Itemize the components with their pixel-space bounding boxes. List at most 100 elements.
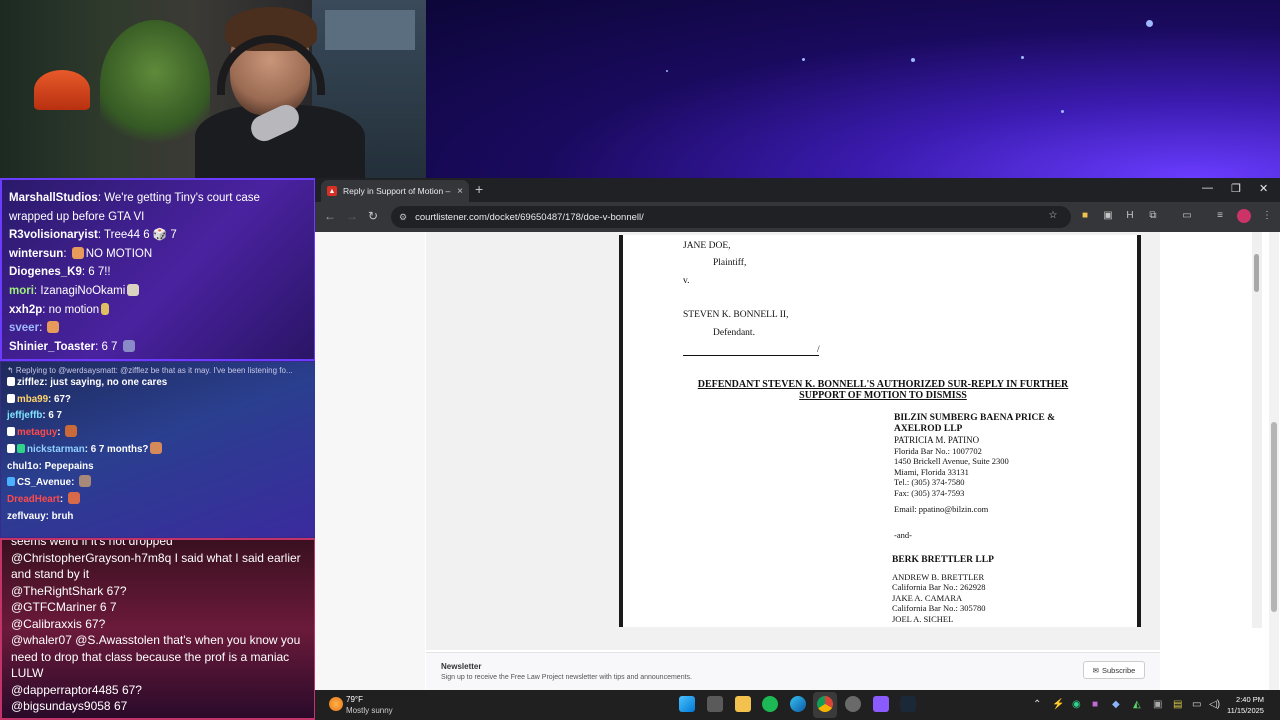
app-icon[interactable] [873,696,889,712]
chat-username[interactable]: @Calibraxxis [11,617,82,631]
browser-tab[interactable]: ▲ Reply in Support of Motion – # × [321,180,469,202]
maximize-button[interactable]: ❐ [1231,182,1241,195]
badge-icon [7,477,15,487]
chat-message: @ChristopherGrayson-h7m8q I said what I … [2,550,314,583]
page-scrollbar[interactable] [1269,232,1279,690]
emote-icon [65,425,78,438]
bookmark-star-icon[interactable]: ☆ [1047,210,1059,222]
task-view-icon[interactable] [707,696,723,712]
chrome-icon[interactable] [817,696,833,712]
browser-window: ▲ Reply in Support of Motion – # × + — ❐… [315,178,1280,690]
weather-temperature[interactable]: 79°F [346,695,363,704]
chat-username[interactable]: zeflvauy [7,511,46,522]
cast-icon[interactable]: ▭ [1181,210,1193,222]
chat-text: 6 7 months? [90,443,149,455]
tab-title: Reply in Support of Motion – # [343,186,452,196]
tray-steam-icon[interactable]: ◆ [1112,699,1120,710]
tray-app-icon[interactable]: ▤ [1173,699,1182,710]
chat-username[interactable]: mori [9,285,34,297]
chat-message: chul1o: Pepepains [7,460,94,472]
chat-panel-bottom: seems weird if it's not dropped @Christo… [0,538,316,720]
tray-app-icon[interactable]: ◭ [1133,699,1141,710]
chat-username[interactable]: R3volisionaryist [9,229,98,241]
weather-sun-icon[interactable] [329,697,343,711]
taskbar-clock[interactable]: 2:40 PM 11/15/2025 [1227,694,1264,716]
tray-overflow-icon[interactable]: ⌃ [1033,699,1041,710]
chat-username[interactable]: Diogenes_K9 [9,266,82,278]
pdf-scrollbar[interactable] [1252,232,1262,628]
newsletter-banner: Newsletter Sign up to receive the Free L… [426,652,1160,690]
chat-username[interactable]: zifflez [17,377,44,388]
chat-username[interactable]: @GTFCMariner [11,600,97,614]
weather-condition[interactable]: Mostly sunny [346,706,393,715]
tray-app-icon[interactable]: ◉ [1072,699,1081,710]
document-title: DEFENDANT STEVEN K. BONNELL'S AUTHORIZED… [697,379,1069,401]
back-arrow-icon[interactable]: ← [324,209,336,223]
chat-text: Pepepains [44,460,94,472]
chat-message: @bigsundays9058 67 [2,698,314,715]
defendant-label: Defendant. [713,328,755,338]
chat-username[interactable]: mba99 [17,394,48,405]
tab-strip: ▲ Reply in Support of Motion – # × + — ❐… [315,178,1280,202]
spotify-icon[interactable] [762,696,778,712]
chat-username[interactable]: DreadHeart [7,494,60,505]
chat-username[interactable]: nickstarman [27,444,85,455]
site-info-icon[interactable]: ⚙ [399,212,407,223]
extensions-puzzle-icon[interactable]: ⧉ [1147,210,1159,222]
forward-arrow-icon[interactable]: → [346,209,358,223]
pdf-viewer[interactable]: JANE DOE, Plaintiff, v. STEVEN K. BONNEL… [426,232,1262,650]
chat-username[interactable]: xxh2p [9,304,42,316]
chat-message: R3volisionaryist: Tree44 6 🎲 7 [9,229,177,242]
chat-username[interactable]: chul1o [7,461,39,472]
chat-message: metaguy: [1,425,315,442]
chat-username[interactable]: Shinier_Toaster [9,341,95,353]
tray-app-icon[interactable]: ■ [1092,699,1098,710]
menu-kebab-icon[interactable]: ⋮ [1261,210,1273,222]
chat-username[interactable]: jeffjeffb [7,410,42,421]
subscribe-button[interactable]: ✉ Subscribe [1083,661,1145,679]
chat-username[interactable]: MarshallStudios [9,192,98,204]
chat-username[interactable]: metaguy [17,427,57,438]
chat-username[interactable]: wintersun [9,248,63,260]
reload-icon[interactable]: ↻ [368,209,378,223]
chat-username[interactable]: @TheRightShark [11,584,103,598]
wallpaper-star [666,70,668,72]
hn-extension-icon[interactable]: H [1124,210,1136,222]
desktop-wallpaper [426,0,1280,178]
badge-icon [17,443,25,453]
url-text: courtlistener.com/docket/69650487/178/do… [415,211,644,223]
chat-username[interactable]: @ChristopherGrayson-h7m8q [11,551,171,565]
media-controls-icon[interactable]: ≡ [1214,210,1226,222]
folder-extension-icon[interactable]: ■ [1079,210,1091,222]
trash-extension-icon[interactable]: ▣ [1102,210,1114,222]
profile-avatar[interactable] [1237,209,1251,223]
close-tab-icon[interactable]: × [457,186,463,197]
page-scroll-thumb[interactable] [1271,422,1277,612]
minimize-button[interactable]: — [1202,182,1213,194]
close-window-button[interactable]: ✕ [1259,182,1268,195]
edge-icon[interactable] [790,696,806,712]
pdf-scroll-thumb[interactable] [1254,254,1259,292]
chat-username[interactable]: @dapperraptor4485 [11,683,119,697]
tray-app-icon[interactable]: ⚡ [1052,699,1064,710]
firm2-line: JOEL A. SICHEL [892,614,954,624]
chat-username[interactable]: @whaler07 [11,633,72,647]
network-icon[interactable]: ▭ [1192,699,1201,710]
tray-app-icon[interactable]: ▣ [1153,699,1162,710]
volume-icon[interactable]: ◁) [1209,699,1220,710]
obs-icon[interactable] [845,696,861,712]
chat-username[interactable]: CS_Avenue [17,477,71,488]
firm1-line: Fax: (305) 374-7593 [894,488,965,498]
emote-icon [150,441,163,454]
address-bar[interactable]: ⚙ courtlistener.com/docket/69650487/178/… [391,206,1071,228]
clock-time: 2:40 PM [1236,695,1264,704]
new-tab-button[interactable]: + [475,181,483,197]
chat-text: 67 [113,699,128,713]
chat-message: @Calibraxxis 67? [2,616,314,633]
steam-icon[interactable] [900,696,916,712]
chat-username[interactable]: sveer [9,322,39,334]
file-explorer-icon[interactable] [735,696,751,712]
chat-username[interactable]: @bigsundays9058 [11,699,111,713]
start-windows-icon[interactable] [679,696,695,712]
chat-text: 67? [85,616,106,631]
